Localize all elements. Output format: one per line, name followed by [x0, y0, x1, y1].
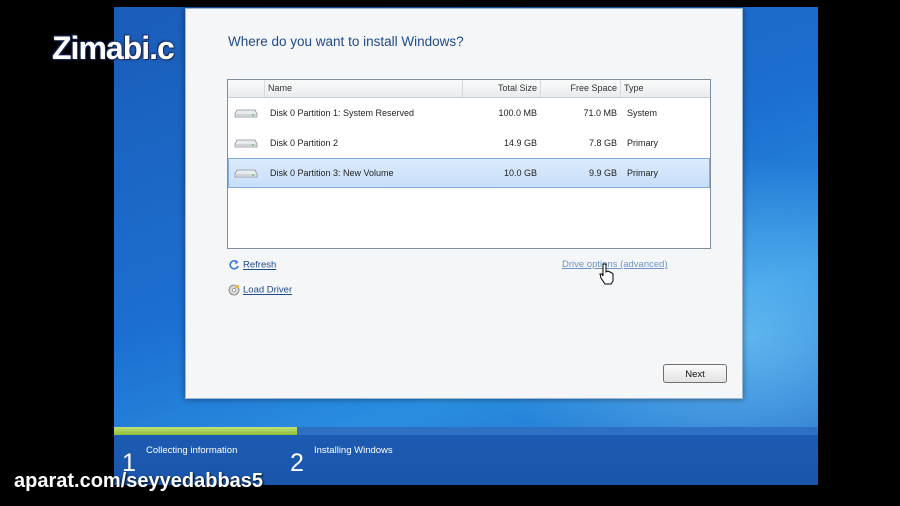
page-title: Where do you want to install Windows? [228, 34, 464, 49]
partition-total-size: 100.0 MB [498, 108, 537, 118]
refresh-label: Refresh [243, 259, 277, 271]
install-location-dialog: Where do you want to install Windows? Na… [185, 8, 743, 399]
column-header-type[interactable]: Type [620, 80, 710, 97]
partition-name: Disk 0 Partition 2 [270, 138, 339, 148]
zimabi-watermark: Zimabi.c [52, 30, 175, 66]
partition-name: Disk 0 Partition 1: System Reserved [270, 108, 415, 118]
column-header-name[interactable]: Name [264, 80, 462, 97]
refresh-link[interactable]: Refresh [228, 259, 276, 271]
column-header-total-size[interactable]: Total Size [462, 80, 540, 97]
column-header-free-space[interactable]: Free Space [540, 80, 620, 97]
load-driver-label: Load Driver [243, 284, 293, 296]
partition-type: Primary [627, 138, 658, 148]
progress-fill [114, 427, 298, 435]
partition-free-space: 9.9 GB [588, 168, 617, 178]
load-driver-icon [228, 284, 240, 296]
partition-free-space: 7.8 GB [588, 138, 617, 148]
partition-type: Primary [627, 168, 658, 178]
aparat-watermark: aparat.com/seyyedabbas5 [14, 470, 264, 492]
partition-total-size: 14.9 GB [503, 138, 537, 148]
partition-type: System [627, 108, 658, 118]
refresh-icon [229, 260, 239, 270]
step-number: 2 [290, 449, 304, 477]
next-button[interactable]: Next [663, 364, 727, 383]
hard-disk-icon [234, 109, 258, 118]
partition-free-space: 71.0 MB [583, 108, 617, 118]
list-header: Name Total Size Free Space Type [228, 80, 710, 98]
table-row[interactable]: Disk 0 Partition 1: System Reserved 100.0… [228, 98, 710, 128]
table-row[interactable]: Disk 0 Partition 3: New Volume 10.0 GB 9.9… [228, 158, 710, 188]
step-label: Collecting information [146, 445, 238, 456]
hard-disk-icon [234, 169, 258, 178]
load-driver-link[interactable]: Load Driver [228, 284, 292, 296]
table-row[interactable]: Disk 0 Partition 2 14.9 GB 7.8 GB Primary [228, 128, 710, 158]
partition-rows: Disk 0 Partition 1: System Reserved 100.0… [228, 98, 710, 188]
partition-list[interactable]: Name Total Size Free Space Type Disk 0 P… [227, 79, 711, 249]
hard-disk-icon [234, 139, 258, 148]
partition-name: Disk 0 Partition 3: New Volume [270, 168, 394, 178]
step-label: Installing Windows [314, 445, 393, 456]
header-icon-col [228, 80, 264, 97]
partition-total-size: 10.0 GB [503, 168, 537, 178]
pointer-cursor-icon [599, 263, 614, 285]
progress-track [114, 427, 818, 435]
